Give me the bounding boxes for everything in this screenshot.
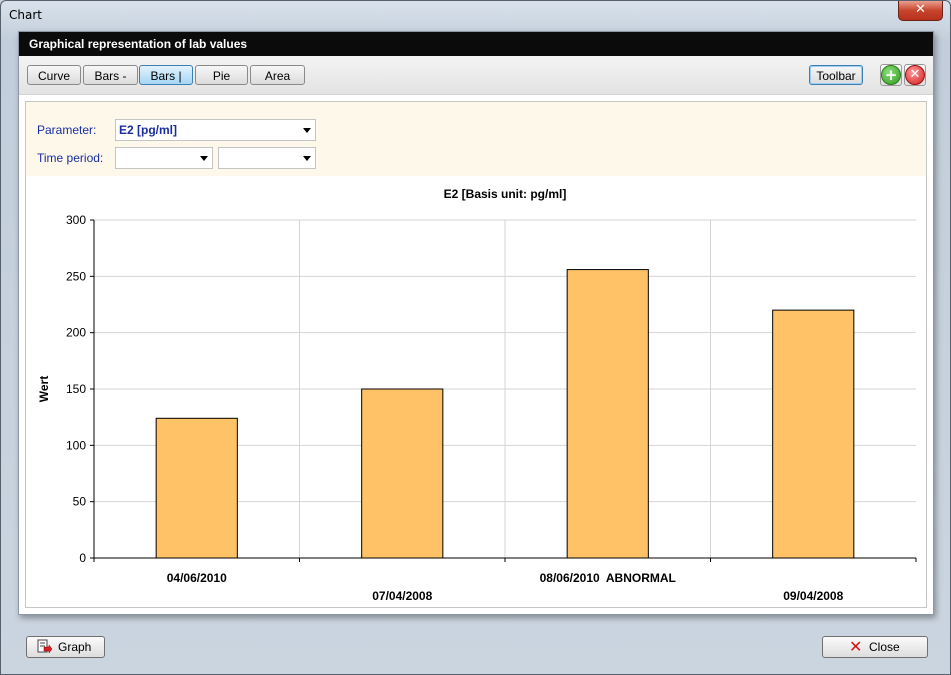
x-tick-label: 04/06/2010 — [167, 571, 227, 585]
y-tick-label: 0 — [79, 551, 86, 565]
bar — [566, 269, 649, 559]
time-period-to-select[interactable] — [218, 147, 316, 169]
x-tick-label: 07/04/2008 — [372, 589, 432, 603]
parameter-label: Parameter: — [37, 123, 97, 137]
chart-title: E2 [Basis unit: pg/ml] — [444, 187, 567, 201]
lab-values-panel: Graphical representation of lab values C… — [18, 31, 934, 615]
y-tick-label: 100 — [66, 438, 86, 452]
bar-chart: E2 [Basis unit: pg/ml] Wert 0 50 100 150 200 25… — [37, 187, 917, 603]
plus-icon: + — [881, 65, 901, 85]
y-tick-label: 200 — [66, 326, 86, 340]
chart-toolbar: Curve Bars - Bars | Pie Area Toolbar + ✕ — [19, 56, 933, 95]
parameter-select[interactable]: E2 [pg/ml] — [115, 119, 316, 141]
graph-button[interactable]: Graph — [26, 636, 105, 658]
x-tick-label: 08/06/2010 ABNORMAL — [540, 571, 676, 585]
window-close-button[interactable]: ✕ — [898, 1, 943, 21]
filter-area: Parameter: E2 [pg/ml] Time period: — [26, 102, 926, 176]
toolbar-button[interactable]: Toolbar — [809, 65, 863, 85]
chevron-down-icon — [303, 156, 311, 161]
close-button-label: Close — [869, 640, 900, 654]
bar — [155, 417, 238, 559]
curve-button[interactable]: Curve — [27, 65, 81, 85]
y-tick-label: 250 — [66, 269, 86, 283]
y-axis-label: Wert — [37, 376, 51, 402]
chevron-down-icon — [303, 128, 311, 133]
bar — [361, 388, 444, 559]
y-tick-label: 300 — [66, 213, 86, 227]
chart-window: Chart ✕ Graphical representation of lab … — [0, 0, 951, 675]
graph-export-icon — [37, 639, 53, 654]
x-tick-label: 09/04/2008 — [783, 589, 843, 603]
panel-header: Graphical representation of lab values — [19, 32, 933, 56]
time-period-from-select[interactable] — [115, 147, 213, 169]
area-button[interactable]: Area — [250, 65, 305, 85]
chevron-down-icon — [200, 156, 208, 161]
close-icon: ✕ — [849, 637, 863, 656]
y-tick-label: 50 — [73, 495, 87, 509]
chart-area: E2 [Basis unit: pg/ml] Wert 0 50 100 150 200 25… — [26, 176, 926, 607]
remove-button[interactable]: ✕ — [904, 64, 926, 86]
parameter-value: E2 [pg/ml] — [119, 123, 178, 137]
window-title: Chart — [9, 8, 42, 22]
bars-vertical-button[interactable]: Bars | — [139, 65, 193, 85]
add-button[interactable]: + — [880, 64, 902, 86]
remove-icon: ✕ — [905, 65, 925, 85]
y-tick-label: 150 — [66, 382, 86, 396]
close-button[interactable]: ✕ Close — [822, 636, 928, 658]
bars-horizontal-button[interactable]: Bars - — [83, 65, 138, 85]
graph-button-label: Graph — [58, 640, 92, 654]
bar — [772, 309, 855, 559]
chart-content: Parameter: E2 [pg/ml] Time period: E2 [B… — [25, 101, 927, 608]
pie-button[interactable]: Pie — [195, 65, 248, 85]
time-period-label: Time period: — [37, 151, 104, 165]
